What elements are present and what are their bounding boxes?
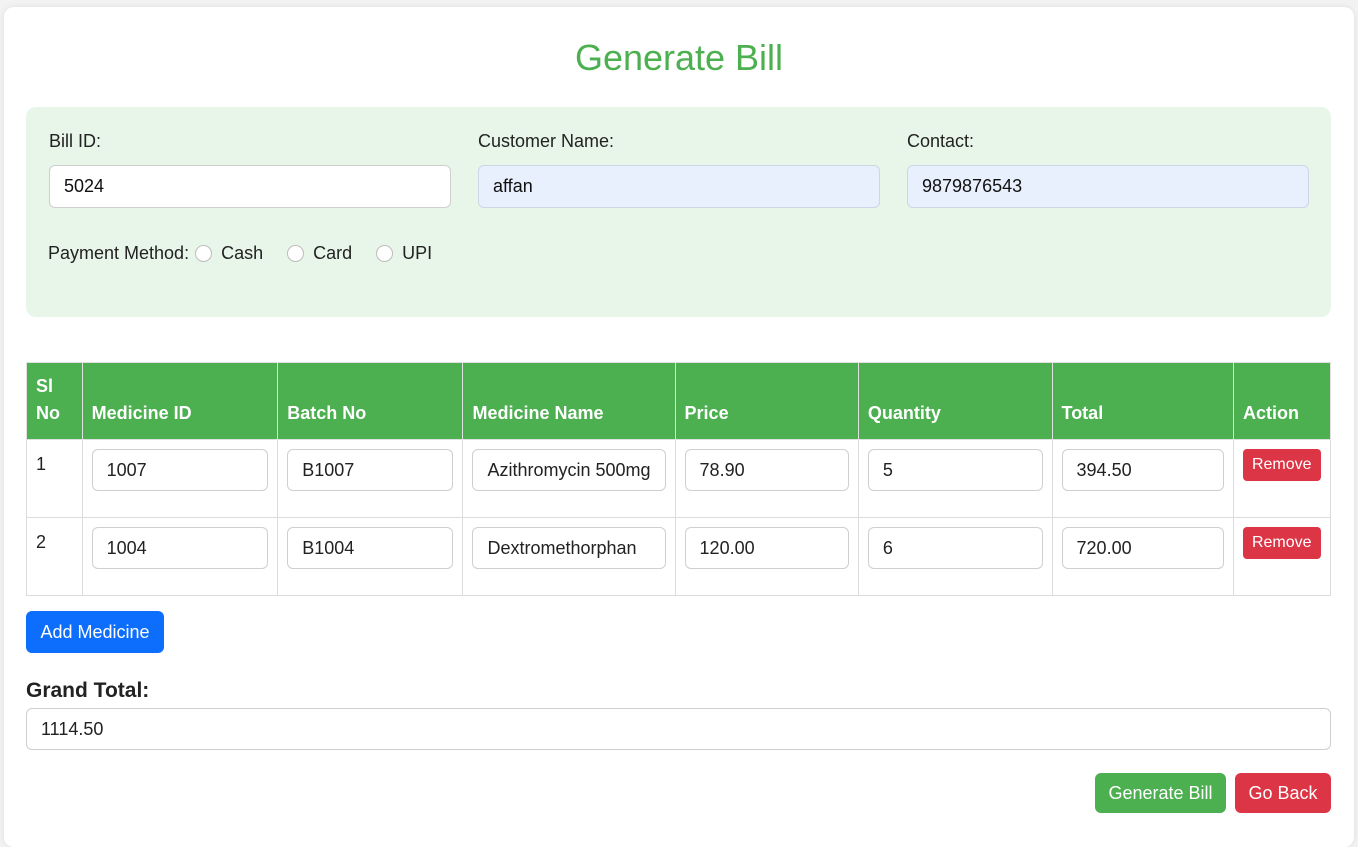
cash-label: Cash — [221, 243, 264, 263]
customer-name-input[interactable]: affan — [478, 165, 880, 208]
header-price: Price — [674, 362, 859, 440]
payment-option-upi[interactable]: UPI — [376, 243, 432, 264]
header-sl-no: Sl No — [26, 362, 83, 440]
generate-bill-button[interactable]: Generate Bill — [1095, 773, 1226, 813]
payment-option-card[interactable]: Card — [287, 243, 352, 264]
price-input[interactable]: 78.90 — [684, 449, 849, 491]
table-row: 2 1004 B1004 Dextromethorphan 120.00 6 7… — [26, 517, 1332, 596]
contact-group: Contact: 9879876543 — [907, 131, 1309, 208]
contact-label: Contact: — [907, 131, 975, 151]
batch-no-input[interactable]: B1004 — [287, 527, 454, 569]
contact-input[interactable]: 9879876543 — [907, 165, 1309, 208]
bill-id-input[interactable]: 5024 — [49, 165, 451, 208]
remove-button[interactable]: Remove — [1242, 527, 1321, 559]
header-medicine-id: Medicine ID — [81, 362, 279, 440]
medicine-id-input[interactable]: 1007 — [91, 449, 269, 491]
upi-radio[interactable] — [376, 245, 394, 262]
header-batch-no: Batch No — [277, 362, 464, 440]
remove-button[interactable]: Remove — [1242, 449, 1321, 481]
row-sl-no: 1 — [26, 439, 83, 518]
bill-card: Generate Bill Bill ID: 5024 Customer Nam… — [4, 7, 1354, 847]
bill-id-group: Bill ID: 5024 — [49, 131, 451, 208]
payment-method-group: Payment Method: Cash Card UPI — [48, 243, 450, 264]
grand-total-label: Grand Total: — [26, 679, 150, 702]
payment-method-label: Payment Method: — [48, 243, 190, 263]
card-radio[interactable] — [287, 245, 305, 262]
header-medicine-name: Medicine Name — [462, 362, 676, 440]
customer-name-label: Customer Name: — [478, 131, 615, 151]
row-sl-no: 2 — [26, 517, 83, 596]
medicine-name-input[interactable]: Azithromycin 500mg — [472, 449, 666, 491]
bill-form-panel: Bill ID: 5024 Customer Name: affan Conta… — [26, 107, 1331, 317]
go-back-button[interactable]: Go Back — [1235, 773, 1331, 813]
grand-total-field[interactable]: 1114.50 — [26, 708, 1331, 750]
upi-label: UPI — [402, 243, 433, 263]
total-input[interactable]: 394.50 — [1061, 449, 1224, 491]
payment-option-cash[interactable]: Cash — [195, 243, 263, 264]
quantity-input[interactable]: 5 — [867, 449, 1043, 491]
card-label: Card — [313, 243, 353, 263]
medicine-table: Sl No Medicine ID Batch No Medicine Name… — [26, 362, 1332, 596]
add-medicine-button[interactable]: Add Medicine — [26, 611, 164, 653]
quantity-input[interactable]: 6 — [867, 527, 1043, 569]
header-action: Action — [1232, 362, 1332, 440]
batch-no-input[interactable]: B1007 — [287, 449, 454, 491]
medicine-name-input[interactable]: Dextromethorphan — [472, 527, 666, 569]
total-input[interactable]: 720.00 — [1061, 527, 1224, 569]
page-title: Generate Bill — [574, 37, 784, 78]
cash-radio[interactable] — [195, 245, 213, 262]
header-quantity: Quantity — [857, 362, 1053, 440]
table-header-row: Sl No Medicine ID Batch No Medicine Name… — [26, 362, 1332, 440]
medicine-id-input[interactable]: 1004 — [91, 527, 269, 569]
customer-name-group: Customer Name: affan — [478, 131, 880, 208]
price-input[interactable]: 120.00 — [684, 527, 849, 569]
bill-id-label: Bill ID: — [49, 131, 102, 151]
table-row: 1 1007 B1007 Azithromycin 500mg 78.90 5 … — [26, 439, 1332, 518]
header-total: Total — [1051, 362, 1234, 440]
